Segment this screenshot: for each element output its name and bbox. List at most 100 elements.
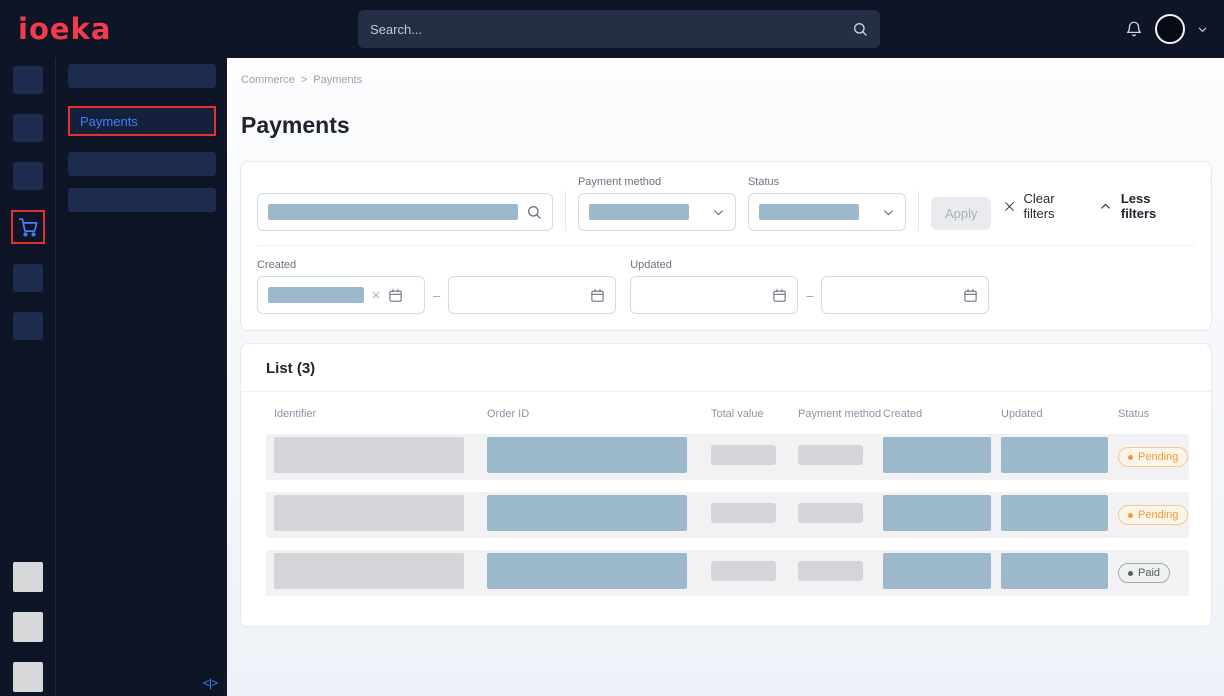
submenu-item-3[interactable] [68, 152, 216, 176]
rail-nav-item-1[interactable] [13, 66, 43, 94]
payment-method-filter: Payment method [578, 176, 736, 231]
payment-method-label: Payment method [578, 176, 736, 188]
order-id-redacted [487, 437, 687, 473]
total-value-redacted [711, 445, 776, 465]
calendar-icon[interactable] [388, 288, 403, 303]
notifications-bell-icon[interactable] [1125, 20, 1143, 38]
created-redacted [883, 495, 991, 531]
icon-rail [0, 58, 55, 696]
table-row[interactable]: Pending [266, 434, 1189, 480]
column-header-identifier: Identifier [274, 408, 487, 420]
submenu-item-4[interactable] [68, 188, 216, 212]
search-icon [526, 204, 542, 220]
calendar-icon[interactable] [772, 288, 787, 303]
payment-method-redacted [798, 445, 863, 465]
sidebar-item-payments[interactable]: Payments [68, 106, 216, 136]
clear-filters-label: Clear filters [1023, 191, 1086, 221]
breadcrumb-payments[interactable]: Payments [313, 74, 362, 86]
status-dot [1128, 513, 1133, 518]
search-icon [852, 21, 868, 37]
rail-nav-item-commerce-active[interactable] [11, 210, 45, 244]
close-icon [1003, 200, 1016, 213]
created-to-date-input[interactable] [448, 276, 616, 314]
total-value-redacted [711, 561, 776, 581]
chevron-up-icon [1099, 200, 1112, 213]
breadcrumb-separator: > [301, 74, 307, 86]
list-title: List (3) [241, 360, 1211, 391]
main-content: Commerce > Payments Payments Payment met… [227, 58, 1224, 696]
rail-nav-item-6[interactable] [13, 312, 43, 340]
status-select[interactable] [748, 193, 906, 231]
less-filters-button[interactable]: Less filters [1099, 191, 1187, 221]
order-id-redacted [487, 553, 687, 589]
chevron-down-icon [882, 206, 895, 219]
status-dot [1128, 571, 1133, 576]
status-redacted-value [759, 204, 859, 220]
rail-bottom-item-3[interactable] [13, 662, 43, 692]
sidebar-item-payments-label: Payments [80, 114, 138, 129]
filter-search-redacted-value [268, 204, 518, 220]
collapse-sidebar-icon[interactable]: <|> [203, 676, 217, 690]
created-from-redacted-value [268, 287, 364, 303]
payment-method-select[interactable] [578, 193, 736, 231]
table-row[interactable]: Paid [266, 550, 1189, 596]
created-redacted [883, 437, 991, 473]
created-date-filter: Created – [257, 259, 616, 314]
identifier-redacted [274, 437, 464, 473]
status-filter: Status [748, 176, 906, 231]
global-search-input[interactable] [370, 22, 852, 37]
divider [918, 191, 919, 231]
calendar-icon[interactable] [590, 288, 605, 303]
apply-button[interactable]: Apply [931, 197, 992, 230]
rail-bottom-item-1[interactable] [13, 562, 43, 592]
breadcrumb-commerce[interactable]: Commerce [241, 74, 295, 86]
divider [565, 191, 566, 231]
column-header-created: Created [883, 408, 1001, 420]
payment-method-redacted-value [589, 204, 689, 220]
order-id-redacted [487, 495, 687, 531]
rail-nav-item-2[interactable] [13, 114, 43, 142]
column-header-total-value: Total value [711, 408, 798, 420]
chevron-down-icon [712, 206, 725, 219]
topbar-actions [1125, 14, 1208, 44]
updated-redacted [1001, 553, 1108, 589]
breadcrumb: Commerce > Payments [227, 58, 1224, 86]
clear-filters-button[interactable]: Clear filters [1003, 191, 1086, 221]
payment-method-redacted [798, 503, 863, 523]
filter-search-input[interactable] [257, 193, 553, 231]
created-from-date-input[interactable] [257, 276, 425, 314]
table-header: Identifier Order ID Total value Payment … [241, 392, 1211, 434]
calendar-icon[interactable] [963, 288, 978, 303]
less-filters-label: Less filters [1121, 191, 1187, 221]
rail-nav-item-5[interactable] [13, 264, 43, 292]
rail-bottom-item-2[interactable] [13, 612, 43, 642]
date-range-separator: – [806, 288, 813, 303]
submenu-item-1[interactable] [68, 64, 216, 88]
date-range-separator: – [433, 288, 440, 303]
column-header-payment-method: Payment method [798, 408, 883, 420]
avatar[interactable] [1155, 14, 1185, 44]
column-header-status: Status [1118, 408, 1178, 420]
brand-logo[interactable]: ioeka [18, 12, 111, 46]
filters-panel: Payment method Status [240, 161, 1212, 331]
status-label: Status [748, 176, 906, 188]
rail-nav-item-3[interactable] [13, 162, 43, 190]
clear-date-icon[interactable] [371, 290, 381, 300]
updated-date-filter: Updated – [630, 259, 989, 314]
table-row[interactable]: Pending [266, 492, 1189, 538]
column-header-updated: Updated [1001, 408, 1118, 420]
sidebar-submenu: Payments <|> [55, 58, 227, 696]
topbar: ioeka [0, 0, 1224, 58]
status-badge: Paid [1118, 563, 1170, 583]
filters-row-2: Created – [257, 259, 1195, 314]
total-value-redacted [711, 503, 776, 523]
payment-method-redacted [798, 561, 863, 581]
updated-from-date-input[interactable] [630, 276, 798, 314]
identifier-redacted [274, 495, 464, 531]
account-caret-down-icon[interactable] [1197, 24, 1208, 35]
created-redacted [883, 553, 991, 589]
shopping-cart-icon [17, 216, 39, 238]
divider [257, 245, 1195, 246]
global-search[interactable] [358, 10, 880, 48]
updated-to-date-input[interactable] [821, 276, 989, 314]
